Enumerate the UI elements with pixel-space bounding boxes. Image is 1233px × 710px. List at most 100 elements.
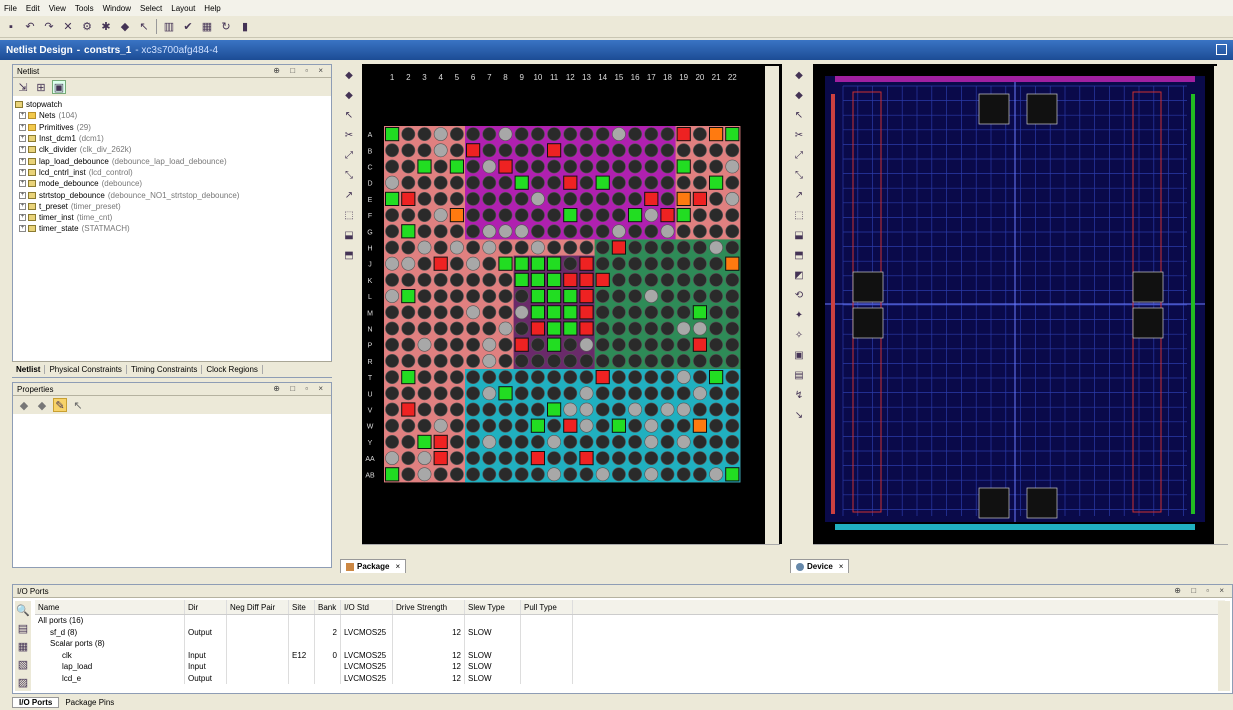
package-pin[interactable] (709, 143, 723, 158)
package-pin[interactable] (466, 305, 480, 320)
package-pin[interactable] (450, 370, 464, 384)
package-pin[interactable] (466, 434, 480, 449)
package-pin[interactable] (482, 143, 497, 158)
package-tool-icon[interactable]: ⤡ (342, 168, 356, 182)
package-pin[interactable] (530, 321, 546, 336)
package-pin[interactable] (433, 418, 448, 433)
package-pin[interactable] (725, 289, 740, 303)
package-pin[interactable] (725, 305, 740, 320)
package-pin[interactable] (450, 256, 464, 271)
package-pin[interactable] (692, 175, 707, 190)
package-pin[interactable] (692, 191, 707, 207)
package-pin[interactable] (482, 353, 497, 368)
package-pin[interactable] (401, 337, 416, 352)
package-view[interactable]: 1 2 3 4 5 6 7 8 9 10 11 12 13 14 15 16 17 18 19 20 21 22 A B C D E… (362, 64, 782, 544)
package-pin[interactable] (595, 240, 610, 255)
package-pin[interactable] (595, 370, 610, 385)
package-pin[interactable] (433, 370, 448, 384)
package-pin[interactable] (417, 175, 432, 190)
package-pin[interactable] (595, 305, 610, 320)
dcm-block[interactable] (1026, 487, 1058, 519)
package-pin[interactable] (433, 159, 448, 174)
package-pin[interactable] (530, 434, 545, 449)
package-pin[interactable] (514, 337, 529, 352)
package-pin[interactable] (450, 127, 464, 141)
package-pin[interactable] (725, 402, 740, 417)
package-pin[interactable] (595, 224, 610, 239)
column-header[interactable]: Neg Diff Pair (227, 600, 289, 614)
chart-icon[interactable]: ▮ (238, 20, 252, 34)
package-pin[interactable] (514, 305, 529, 320)
expand-icon[interactable]: + (19, 112, 26, 120)
package-pin[interactable] (660, 386, 675, 401)
package-pin[interactable] (692, 305, 707, 320)
package-pin[interactable] (417, 127, 432, 141)
package-pin[interactable] (676, 127, 691, 142)
hierarchy-icon[interactable]: ⊞ (34, 80, 48, 94)
package-pin[interactable] (466, 418, 480, 433)
package-pin[interactable] (466, 451, 480, 465)
package-pin[interactable] (498, 256, 513, 271)
package-pin[interactable] (676, 353, 691, 368)
package-pin[interactable] (530, 240, 545, 255)
package-pin[interactable] (385, 370, 399, 384)
package-pin[interactable] (401, 127, 416, 141)
netlist-window-controls[interactable]: ⊕ □ ▫ × (273, 66, 327, 75)
package-pin[interactable] (595, 353, 610, 368)
menu-view[interactable]: View (49, 4, 66, 13)
package-pin[interactable] (579, 370, 594, 384)
package-pin[interactable] (450, 337, 464, 352)
package-pin[interactable] (660, 240, 675, 255)
package-pin[interactable] (611, 305, 626, 320)
package-pin[interactable] (482, 418, 497, 433)
package-pin[interactable] (466, 289, 480, 303)
package-pin[interactable] (433, 240, 448, 255)
package-pin[interactable] (417, 337, 432, 352)
package-pin[interactable] (611, 175, 626, 190)
package-pin[interactable] (692, 256, 707, 271)
package-pin[interactable] (692, 272, 707, 287)
maximize-button[interactable] (1216, 44, 1227, 55)
package-pin[interactable] (563, 386, 578, 401)
package-pin[interactable] (579, 305, 594, 320)
package-pin[interactable] (417, 224, 432, 239)
package-pin[interactable] (595, 175, 610, 190)
package-pin[interactable] (611, 467, 626, 482)
package-pin[interactable] (514, 386, 529, 401)
package-pin[interactable] (676, 305, 691, 320)
package-pin[interactable] (417, 321, 432, 336)
package-tool-icon[interactable]: ⬓ (342, 228, 356, 242)
package-pin[interactable] (660, 224, 675, 239)
package-pin[interactable] (547, 289, 562, 304)
select-icon[interactable]: ↖ (137, 20, 151, 34)
column-header[interactable]: Drive Strength (393, 600, 465, 614)
package-pin[interactable] (547, 370, 561, 384)
package-pin[interactable] (692, 337, 707, 352)
package-pin[interactable] (498, 175, 513, 190)
package-pin[interactable] (676, 143, 691, 158)
package-pin[interactable] (709, 175, 724, 190)
package-pin[interactable] (563, 467, 578, 482)
package-pin[interactable] (433, 143, 448, 158)
package-pin[interactable] (547, 224, 561, 239)
package-pin[interactable] (385, 208, 399, 222)
package-pin[interactable] (660, 370, 675, 384)
package-pin[interactable] (611, 451, 626, 465)
properties-icon[interactable]: ⚙ (80, 20, 94, 34)
package-pin[interactable] (433, 208, 448, 222)
sort-icon[interactable]: ▦ (16, 639, 30, 653)
package-pin[interactable] (417, 159, 432, 174)
dcm-block[interactable] (1132, 307, 1164, 339)
package-pin[interactable] (676, 256, 691, 271)
tree-item[interactable]: + Inst_dcm1 (dcm1) (15, 133, 329, 144)
package-pin[interactable] (563, 127, 578, 141)
package-pin[interactable] (498, 321, 513, 336)
package-pin[interactable] (514, 370, 529, 384)
package-pin[interactable] (530, 337, 545, 352)
package-pin[interactable] (709, 418, 723, 433)
package-pin[interactable] (644, 305, 659, 320)
package-pin[interactable] (433, 191, 448, 206)
package-pin[interactable] (709, 289, 723, 303)
package-pin[interactable] (498, 402, 513, 417)
package-pin[interactable] (595, 143, 610, 158)
